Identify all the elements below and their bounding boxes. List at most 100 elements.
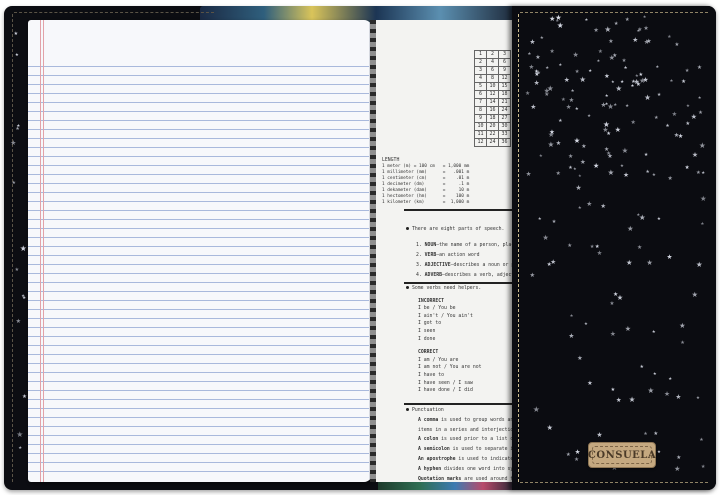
table-cell: 33: [498, 130, 511, 139]
star-icon: ★: [656, 217, 661, 223]
star-icon: ★: [612, 291, 619, 298]
star-icon: ★: [555, 140, 562, 148]
punctuation-term: A comma: [418, 417, 439, 423]
star-icon: ★: [527, 52, 532, 58]
table-cell: 24: [498, 106, 511, 115]
star-icon: ★: [11, 180, 16, 186]
star-icon: ★: [577, 354, 583, 362]
star-icon: ★: [667, 176, 673, 183]
star-icon: ★: [614, 125, 621, 135]
star-icon: ★: [543, 85, 550, 95]
star-icon: ★: [610, 386, 616, 393]
table-cell: 1: [474, 50, 487, 59]
punctuation-title: Punctuation: [412, 408, 444, 413]
star-icon: ★: [655, 64, 660, 70]
star-icon: ★: [533, 78, 540, 87]
table-cell: 18: [498, 90, 511, 99]
star-icon: ★: [530, 103, 537, 112]
star-icon: ★: [639, 76, 646, 86]
punctuation-line: items in a series and interjections.: [418, 426, 526, 436]
star-icon: ★: [609, 329, 616, 338]
table-cell: 11: [474, 130, 487, 139]
table-row: 6 12 18: [474, 90, 511, 99]
star-icon: ★: [607, 167, 615, 177]
star-icon: ★: [542, 232, 549, 242]
star-icon: ★: [700, 193, 707, 203]
star-icon: ★: [674, 41, 680, 48]
star-icon: ★: [611, 79, 615, 85]
star-icon: ★: [647, 385, 655, 395]
star-icon: ★: [696, 64, 703, 71]
section-divider: [404, 403, 524, 405]
star-icon: ★: [574, 106, 579, 112]
star-icon: ★: [698, 140, 706, 150]
star-icon: ★: [549, 48, 555, 55]
section-divider: [404, 282, 524, 284]
star-icon: ★: [573, 166, 577, 172]
star-icon: ★: [646, 257, 653, 267]
star-icon: ★: [19, 244, 27, 254]
star-icon: ★: [549, 128, 555, 136]
star-icon: ★: [623, 171, 629, 180]
star-icon: ★: [574, 448, 581, 457]
star-icon: ★: [639, 365, 644, 371]
table-row: 369: [474, 66, 511, 75]
star-icon: ★: [681, 79, 687, 86]
table-cell: 12: [474, 138, 487, 147]
notebook-photo: 1 2 3 2 4 6 3 6 9 4 8 12 5 10 15 6 12 18 7 14 21 8 16 24 9 18 27 10…: [0, 0, 720, 495]
table-row: 123: [474, 50, 511, 59]
table-cell: 7: [474, 98, 487, 107]
star-icon: ★: [643, 25, 649, 33]
star-icon: ★: [604, 100, 609, 106]
star-icon: ★: [676, 455, 682, 462]
star-icon: ★: [579, 158, 586, 167]
punctuation-term: A colon: [418, 437, 439, 443]
star-icon: ★: [581, 143, 587, 150]
table-cell: 6: [498, 58, 511, 67]
star-icon: ★: [628, 394, 636, 404]
star-icon: ★: [550, 258, 557, 267]
incorrect-example: I ain't / You ain't: [418, 313, 473, 319]
punctuation-line: A colon is used prior to a list or other…: [418, 435, 526, 445]
star-icon: ★: [15, 318, 22, 326]
star-icon: ★: [567, 242, 573, 249]
punctuation-text: items in a series and interjections.: [418, 427, 522, 433]
star-icon: ★: [579, 74, 587, 84]
star-icon: ★: [695, 169, 701, 176]
incorrect-example: I seen: [418, 328, 436, 334]
correct-example: I have seen / I saw: [418, 380, 473, 386]
table-cell: 36: [498, 138, 511, 147]
star-icon: ★: [626, 223, 634, 233]
speech-item-number: 4.: [416, 272, 425, 278]
star-icon: ★: [626, 257, 633, 267]
star-icon: ★: [668, 376, 673, 382]
star-icon: ★: [538, 153, 543, 159]
table-cell: 15: [498, 82, 511, 91]
cover-stitching-top: [14, 12, 214, 13]
star-icon: ★: [600, 203, 607, 211]
star-icon: ★: [700, 222, 705, 228]
star-icon: ★: [532, 405, 540, 415]
star-icon: ★: [684, 164, 690, 171]
star-icon: ★: [10, 139, 17, 148]
star-icon: ★: [593, 27, 599, 35]
star-icon: ★: [643, 431, 648, 438]
table-cell: 5: [474, 82, 487, 91]
star-icon: ★: [623, 65, 628, 71]
star-icon: ★: [690, 112, 698, 122]
length-conversion: LENGTH 1 meter (m) = 100 cm = 1,000 mm 1 …: [382, 158, 469, 206]
speech-item-number: 2.: [416, 252, 425, 258]
star-icon: ★: [654, 115, 659, 122]
star-icon: ★: [679, 320, 686, 330]
table-cell: 14: [486, 98, 499, 107]
star-icon: ★: [624, 323, 632, 333]
speech-item-number: 1.: [416, 242, 425, 248]
star-icon: ★: [651, 329, 656, 335]
star-icon: ★: [697, 95, 702, 101]
star-icon: ★: [549, 15, 556, 24]
table-cell: 9: [474, 114, 487, 123]
table-row: 5 10 15: [474, 82, 511, 91]
star-icon: ★: [568, 332, 575, 341]
correct-example: I am not / You are not: [418, 365, 482, 371]
star-icon: ★: [570, 88, 575, 94]
